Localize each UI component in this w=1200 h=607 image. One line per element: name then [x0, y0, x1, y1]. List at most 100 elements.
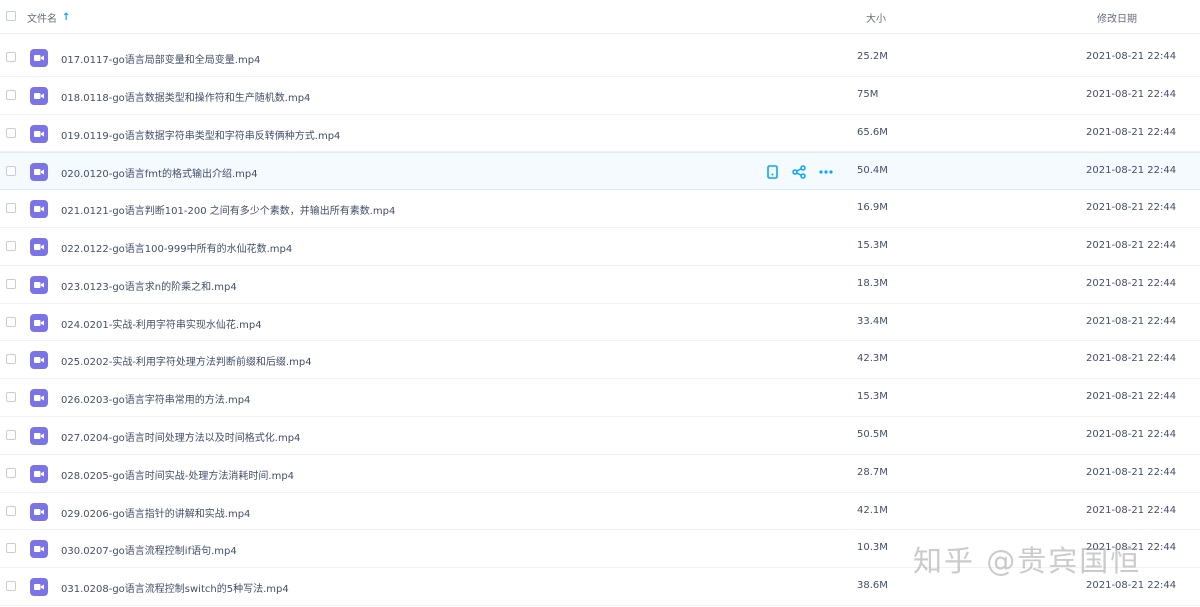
file-name[interactable]: 018.0118-go语言数据类型和操作符和生产随机数.mp4: [61, 89, 310, 104]
file-size: 42.3M: [857, 353, 888, 365]
row-checkbox[interactable]: [6, 316, 16, 327]
row-checkbox[interactable]: [6, 354, 16, 365]
file-size: 16.9M: [857, 202, 888, 214]
file-modified-date: 2021-08-21 22:44: [1086, 126, 1177, 138]
video-file-icon: [30, 163, 48, 182]
row-actions: [764, 164, 834, 180]
file-name[interactable]: 026.0203-go语言字符串常用的方法.mp4: [61, 391, 250, 406]
file-name[interactable]: 030.0207-go语言流程控制if语句.mp4: [61, 542, 237, 557]
file-name[interactable]: 031.0208-go语言流程控制switch的5种写法.mp4: [61, 580, 289, 595]
file-modified-date: 2021-08-21 22:44: [1086, 315, 1177, 327]
file-row[interactable]: 018.0118-go语言数据类型和操作符和生产随机数.mp4 75M 2021-0…: [0, 77, 1200, 115]
file-size: 75M: [857, 88, 879, 100]
file-size: 18.3M: [857, 277, 888, 289]
row-checkbox[interactable]: [6, 278, 16, 289]
file-modified-date: 2021-08-21 22:44: [1086, 542, 1177, 554]
row-checkbox[interactable]: [6, 581, 16, 592]
file-row[interactable]: 023.0123-go语言求n的阶乘之和.mp4 18.3M 2021-08-21 …: [0, 266, 1200, 304]
file-name[interactable]: 020.0120-go语言fmt的格式输出介绍.mp4: [61, 165, 258, 180]
file-row[interactable]: 021.0121-go语言判断101-200 之间有多少个素数，并输出所有素数.…: [0, 190, 1200, 228]
file-row[interactable]: 026.0203-go语言字符串常用的方法.mp4 15.3M 2021-08-21…: [0, 379, 1200, 417]
file-size: 28.7M: [857, 466, 888, 478]
video-file-icon: [30, 540, 48, 559]
video-file-icon: [30, 124, 48, 143]
video-file-icon: [30, 200, 48, 219]
file-size: 50.5M: [857, 428, 888, 440]
row-checkbox[interactable]: [6, 467, 16, 478]
file-modified-date: 2021-08-21 22:44: [1086, 277, 1177, 289]
file-modified-date: 2021-08-21 22:44: [1086, 466, 1177, 478]
file-row[interactable]: 019.0119-go语言数据字符串类型和字符串反转俩种方式.mp4 65.6M 2…: [0, 115, 1200, 153]
file-name[interactable]: 017.0117-go语言局部变量和全局变量.mp4: [61, 51, 260, 66]
file-modified-date: 2021-08-21 22:44: [1086, 202, 1177, 214]
row-checkbox[interactable]: [6, 166, 16, 177]
file-row[interactable]: 030.0207-go语言流程控制if语句.mp4 10.3M 2021-08-21…: [0, 530, 1200, 569]
video-file-icon: [30, 275, 48, 294]
video-file-icon: [30, 578, 48, 597]
file-name[interactable]: 028.0205-go语言时间实战-处理方法消耗时间.mp4: [61, 467, 294, 482]
file-modified-date: 2021-08-21 22:44: [1086, 504, 1177, 516]
file-name[interactable]: 029.0206-go语言指针的讲解和实战.mp4: [61, 505, 250, 520]
file-row[interactable]: 027.0204-go语言时间处理方法以及时间格式化.mp4 50.5M 2021-…: [0, 417, 1200, 455]
file-row[interactable]: 028.0205-go语言时间实战-处理方法消耗时间.mp4 28.7M 2021-…: [0, 455, 1200, 493]
more-icon[interactable]: [818, 164, 834, 180]
file-row[interactable]: 017.0117-go语言局部变量和全局变量.mp4 25.2M 2021-08-2…: [0, 39, 1200, 77]
file-size: 33.4M: [857, 315, 888, 327]
file-name[interactable]: 024.0201-实战-利用字符串实现水仙花.mp4: [61, 316, 262, 331]
file-modified-date: 2021-08-21 22:44: [1086, 580, 1177, 592]
column-modified-date[interactable]: 修改日期: [1097, 10, 1137, 25]
file-size: 38.6M: [857, 580, 888, 592]
file-size: 50.4M: [857, 165, 888, 177]
file-modified-date: 2021-08-21 22:44: [1086, 51, 1177, 62]
file-size: 25.2M: [857, 51, 888, 62]
column-filename[interactable]: 文件名 ↑: [27, 10, 70, 25]
video-file-icon: [30, 502, 48, 521]
select-all-checkbox[interactable]: [6, 11, 16, 21]
file-name[interactable]: 022.0122-go语言100-999中所有的水仙花数.mp4: [61, 240, 292, 255]
row-checkbox[interactable]: [6, 127, 16, 138]
row-checkbox[interactable]: [6, 89, 16, 100]
video-file-icon: [30, 389, 48, 408]
video-file-icon: [30, 237, 48, 256]
file-name[interactable]: 025.0202-实战-利用字符处理方法判断前缀和后缀.mp4: [61, 353, 312, 368]
file-row[interactable]: 025.0202-实战-利用字符处理方法判断前缀和后缀.mp4 42.3M 2021…: [0, 341, 1200, 380]
file-modified-date: 2021-08-21 22:44: [1086, 239, 1177, 251]
file-row[interactable]: 031.0208-go语言流程控制switch的5种写法.mp4 38.6M 202…: [0, 568, 1200, 606]
file-modified-date: 2021-08-21 22:44: [1086, 88, 1177, 100]
arrow-up-icon[interactable]: ↑: [62, 12, 70, 23]
row-checkbox[interactable]: [6, 392, 16, 403]
share-icon[interactable]: [791, 164, 807, 180]
video-file-icon: [30, 351, 48, 370]
file-name[interactable]: 023.0123-go语言求n的阶乘之和.mp4: [61, 278, 237, 293]
video-file-icon: [30, 49, 48, 67]
file-size: 65.6M: [857, 126, 888, 138]
file-modified-date: 2021-08-21 22:44: [1086, 165, 1177, 177]
video-file-icon: [30, 464, 48, 483]
file-row[interactable]: 020.0120-go语言fmt的格式输出介绍.mp4 50.4M 2021-08-…: [0, 152, 1200, 191]
row-checkbox[interactable]: [6, 240, 16, 251]
video-file-icon: [30, 426, 48, 445]
file-row[interactable]: 022.0122-go语言100-999中所有的水仙花数.mp4 15.3M 202…: [0, 228, 1200, 266]
row-checkbox[interactable]: [6, 203, 16, 214]
column-size[interactable]: 大小: [866, 10, 886, 25]
phone-icon[interactable]: [764, 164, 780, 180]
file-size: 42.1M: [857, 504, 888, 516]
file-name[interactable]: 027.0204-go语言时间处理方法以及时间格式化.mp4: [61, 429, 300, 444]
file-row[interactable]: 029.0206-go语言指针的讲解和实战.mp4 42.1M 2021-08-21…: [0, 493, 1200, 531]
file-size: 15.3M: [857, 239, 888, 251]
file-modified-date: 2021-08-21 22:44: [1086, 391, 1177, 403]
file-name[interactable]: 021.0121-go语言判断101-200 之间有多少个素数，并输出所有素数.…: [61, 202, 395, 217]
column-filename-label: 文件名: [27, 14, 57, 25]
file-size: 10.3M: [857, 542, 888, 554]
file-size: 15.3M: [857, 391, 888, 403]
file-list-header: 文件名 ↑ 大小 修改日期: [0, 0, 1200, 34]
file-modified-date: 2021-08-21 22:44: [1086, 353, 1177, 365]
video-file-icon: [30, 86, 48, 105]
row-checkbox[interactable]: [6, 505, 16, 516]
file-row[interactable]: 024.0201-实战-利用字符串实现水仙花.mp4 33.4M 2021-08-2…: [0, 304, 1200, 342]
row-checkbox[interactable]: [6, 52, 16, 62]
row-checkbox[interactable]: [6, 429, 16, 440]
row-checkbox[interactable]: [6, 543, 16, 554]
file-list: 017.0117-go语言局部变量和全局变量.mp4 25.2M 2021-08-2…: [0, 39, 1200, 606]
file-name[interactable]: 019.0119-go语言数据字符串类型和字符串反转俩种方式.mp4: [61, 127, 340, 142]
